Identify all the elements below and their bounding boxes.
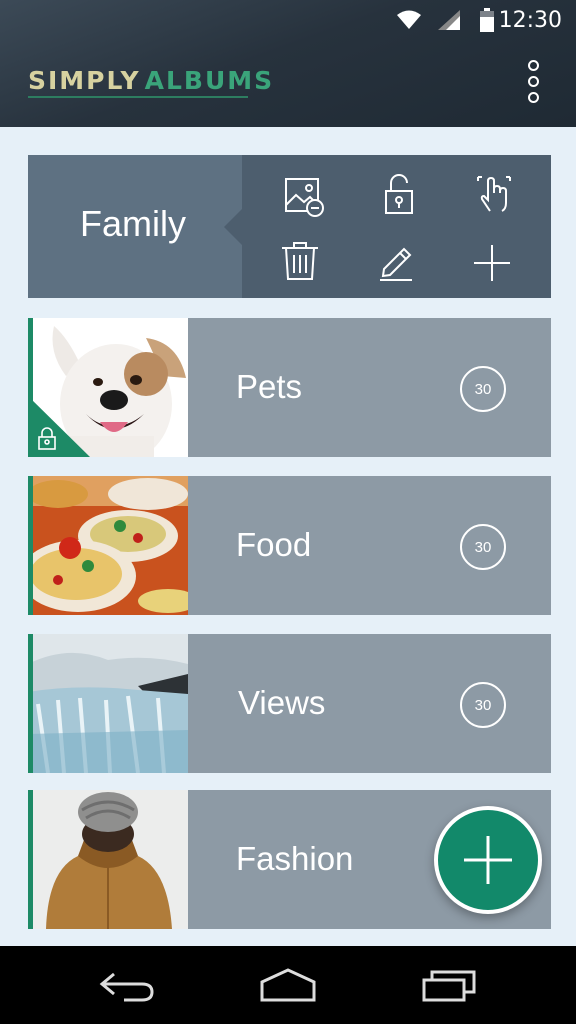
- unlock-icon[interactable]: [377, 173, 421, 217]
- album-count-badge: 30: [460, 524, 506, 570]
- add-icon[interactable]: [470, 241, 514, 285]
- album-title: Food: [236, 526, 312, 563]
- logo-underline: [28, 96, 248, 98]
- wifi-icon: [397, 10, 421, 29]
- album-food-card[interactable]: Food 30: [28, 476, 551, 615]
- more-vert-icon[interactable]: [522, 58, 544, 104]
- album-thumbnail: [28, 634, 188, 773]
- album-title: Pets: [236, 368, 303, 405]
- logo-text-simply: SIMPLY: [28, 65, 141, 95]
- album-count-badge: 30: [460, 366, 506, 412]
- album-accent-bar: [28, 476, 33, 615]
- add-album-fab[interactable]: [434, 806, 542, 914]
- signal-icon: [438, 10, 460, 30]
- panel-notch: [224, 209, 242, 245]
- delete-icon[interactable]: [278, 239, 322, 283]
- album-views-card[interactable]: Views 30: [28, 634, 551, 773]
- lock-icon: [38, 427, 56, 450]
- album-family-card[interactable]: Family: [28, 155, 551, 298]
- back-icon[interactable]: [98, 966, 158, 1004]
- edit-icon[interactable]: [374, 239, 418, 283]
- album-actions-panel: [242, 155, 551, 298]
- touch-select-icon[interactable]: [472, 171, 516, 215]
- home-icon[interactable]: [258, 966, 318, 1004]
- system-nav-bar: [0, 946, 576, 1024]
- fab-add-icon: [464, 836, 512, 884]
- album-pets-card[interactable]: Pets 30: [28, 318, 551, 457]
- recents-icon[interactable]: [420, 966, 480, 1004]
- album-count-badge: 30: [460, 682, 506, 728]
- album-accent-bar: [28, 634, 33, 773]
- album-thumbnail: [28, 318, 188, 457]
- album-title: Family: [80, 203, 186, 244]
- album-accent-bar: [28, 318, 33, 457]
- album-title: Fashion: [236, 840, 354, 877]
- app-logo: SIMPLY ALBUMS: [28, 62, 274, 98]
- remove-image-icon[interactable]: [282, 175, 326, 219]
- album-thumbnail: [28, 790, 188, 929]
- battery-icon: [480, 8, 494, 32]
- album-thumbnail: [28, 476, 188, 615]
- status-time: 12:30: [498, 8, 562, 33]
- status-bar: 12:30: [0, 0, 576, 40]
- album-title: Views: [238, 684, 326, 721]
- album-accent-bar: [28, 790, 33, 929]
- logo-text-albums: ALBUMS: [144, 65, 275, 95]
